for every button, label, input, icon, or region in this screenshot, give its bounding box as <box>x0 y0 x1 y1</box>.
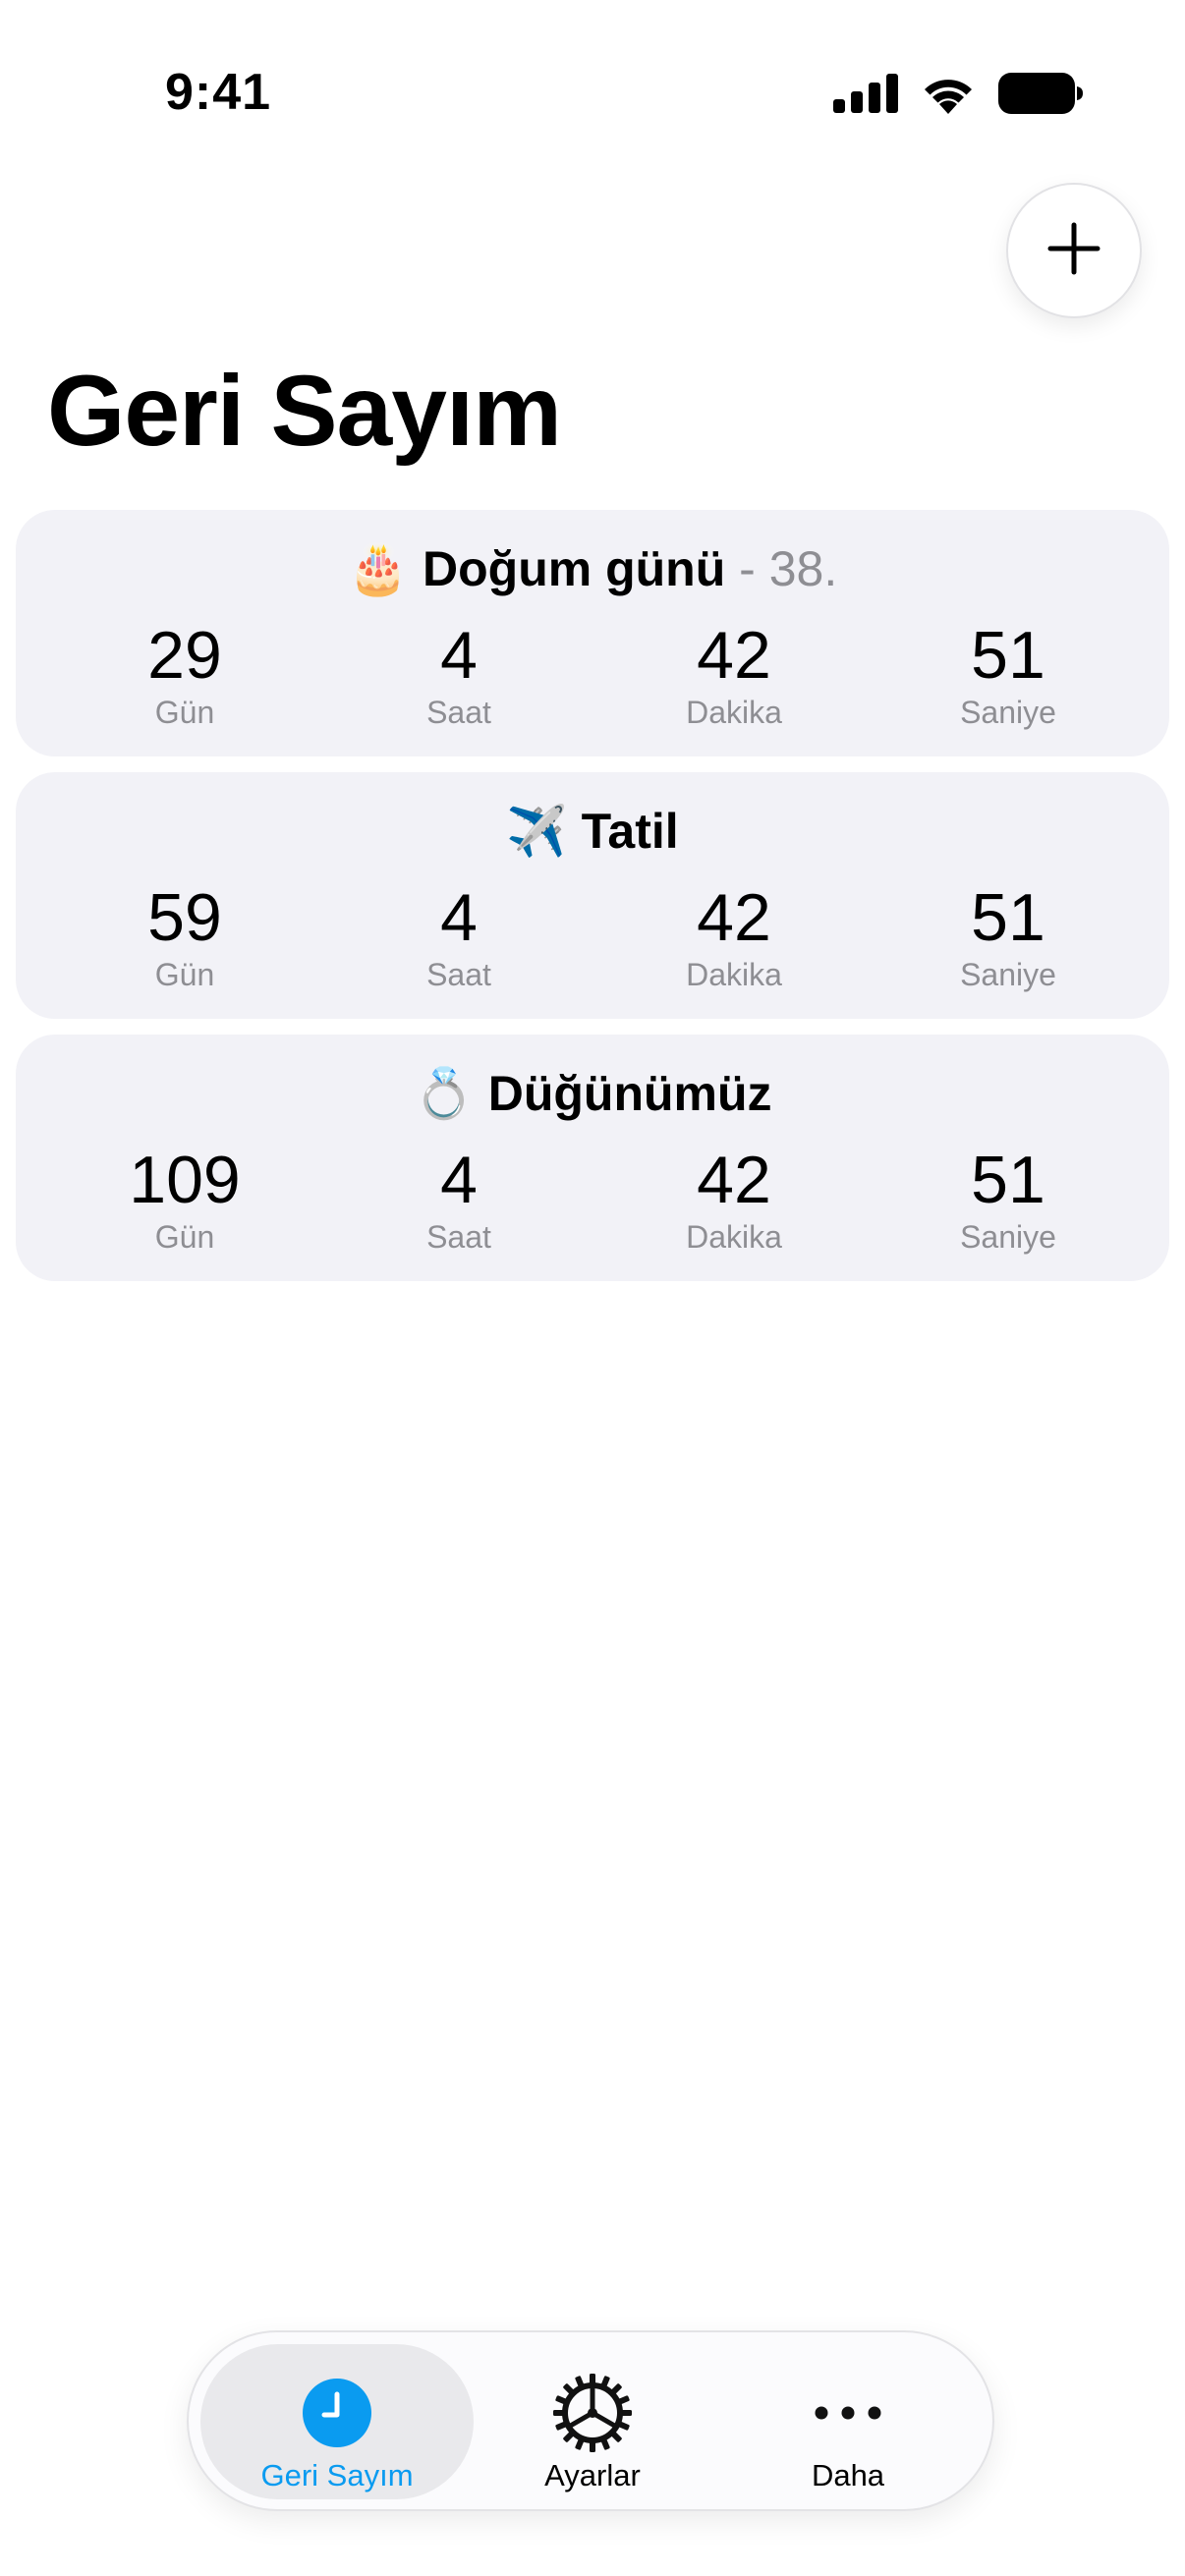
countdown-card[interactable]: 💍 Düğünümüz 109 Gün 4 Saat 42 Dakika 51 S… <box>16 1035 1169 1281</box>
cellular-signal-icon <box>833 74 898 118</box>
wifi-icon <box>920 73 977 119</box>
countdown-card[interactable]: ✈️ Tatil 59 Gün 4 Saat 42 Dakika 51 Saniy… <box>16 772 1169 1019</box>
days-unit: 29 Gün <box>57 616 312 732</box>
countdown-list: 🎂 Doğum günü - 38. 29 Gün 4 Saat 42 Dakik… <box>16 510 1169 1297</box>
days-value: 109 <box>129 1143 241 1217</box>
tab-more[interactable]: Daha <box>711 2344 985 2499</box>
clock-icon <box>298 2374 376 2452</box>
airplane-icon: ✈️ <box>506 803 568 860</box>
seconds-value: 51 <box>971 1143 1045 1217</box>
minutes-label: Dakika <box>686 695 782 730</box>
seconds-unit: 51 Saniye <box>880 878 1136 994</box>
seconds-unit: 51 Saniye <box>880 1141 1136 1257</box>
hours-value: 4 <box>440 618 478 693</box>
hours-value: 4 <box>440 880 478 955</box>
countdown-title-text: Tatil <box>581 804 679 859</box>
days-label: Gün <box>154 695 215 730</box>
minutes-label: Dakika <box>686 957 782 992</box>
status-icons <box>833 73 1083 119</box>
minutes-value: 42 <box>697 1143 771 1217</box>
countdown-units: 109 Gün 4 Saat 42 Dakika 51 Saniye <box>16 1141 1169 1268</box>
days-unit: 109 Gün <box>57 1141 312 1257</box>
minutes-value: 42 <box>697 618 771 693</box>
tab-label: Geri Sayım <box>260 2458 414 2492</box>
countdown-title-text: Doğum günü <box>423 541 726 596</box>
countdown-title: 🎂 Doğum günü - 38. <box>16 537 1169 600</box>
status-time: 9:41 <box>165 64 272 121</box>
hours-label: Saat <box>426 957 491 992</box>
days-label: Gün <box>154 957 215 992</box>
birthday-cake-icon: 🎂 <box>347 540 410 597</box>
hours-unit: 4 Saat <box>331 616 587 732</box>
countdown-card[interactable]: 🎂 Doğum günü - 38. 29 Gün 4 Saat 42 Dakik… <box>16 510 1169 756</box>
hours-label: Saat <box>426 695 491 730</box>
countdown-title: ✈️ Tatil <box>16 800 1169 863</box>
seconds-unit: 51 Saniye <box>880 616 1136 732</box>
hours-label: Saat <box>426 1219 491 1255</box>
days-unit: 59 Gün <box>57 878 312 994</box>
seconds-label: Saniye <box>960 695 1056 730</box>
hours-value: 4 <box>440 1143 478 1217</box>
countdown-title: 💍 Düğünümüz <box>16 1062 1169 1125</box>
minutes-unit: 42 Dakika <box>606 616 862 732</box>
countdown-units: 29 Gün 4 Saat 42 Dakika 51 Saniye <box>16 616 1169 744</box>
minutes-label: Dakika <box>686 1219 782 1255</box>
seconds-value: 51 <box>971 618 1045 693</box>
countdown-units: 59 Gün 4 Saat 42 Dakika 51 Saniye <box>16 878 1169 1006</box>
days-value: 29 <box>147 618 222 693</box>
seconds-value: 51 <box>971 880 1045 955</box>
countdown-title-text: Düğünümüz <box>487 1066 772 1121</box>
gear-icon <box>553 2374 632 2452</box>
days-label: Gün <box>154 1219 215 1255</box>
tab-countdown[interactable]: Geri Sayım <box>200 2344 474 2499</box>
seconds-label: Saniye <box>960 957 1056 992</box>
status-bar: 9:41 <box>0 0 1185 187</box>
minutes-unit: 42 Dakika <box>606 878 862 994</box>
hours-unit: 4 Saat <box>331 1141 587 1257</box>
seconds-label: Saniye <box>960 1219 1056 1255</box>
ring-icon: 💍 <box>413 1065 475 1122</box>
hours-unit: 4 Saat <box>331 878 587 994</box>
minutes-value: 42 <box>697 880 771 955</box>
days-value: 59 <box>147 880 222 955</box>
tab-settings[interactable]: Ayarlar <box>456 2344 729 2499</box>
tab-label: Daha <box>811 2458 885 2492</box>
tab-bar: Geri Sayım Ayarlar Daha <box>187 2330 994 2511</box>
plus-icon <box>1046 221 1101 281</box>
battery-icon <box>998 73 1083 119</box>
countdown-age: - 38. <box>725 541 838 596</box>
tab-label: Ayarlar <box>544 2458 641 2492</box>
more-icon <box>809 2374 887 2452</box>
minutes-unit: 42 Dakika <box>606 1141 862 1257</box>
page-title: Geri Sayım <box>47 355 562 467</box>
add-countdown-button[interactable] <box>1006 183 1142 318</box>
